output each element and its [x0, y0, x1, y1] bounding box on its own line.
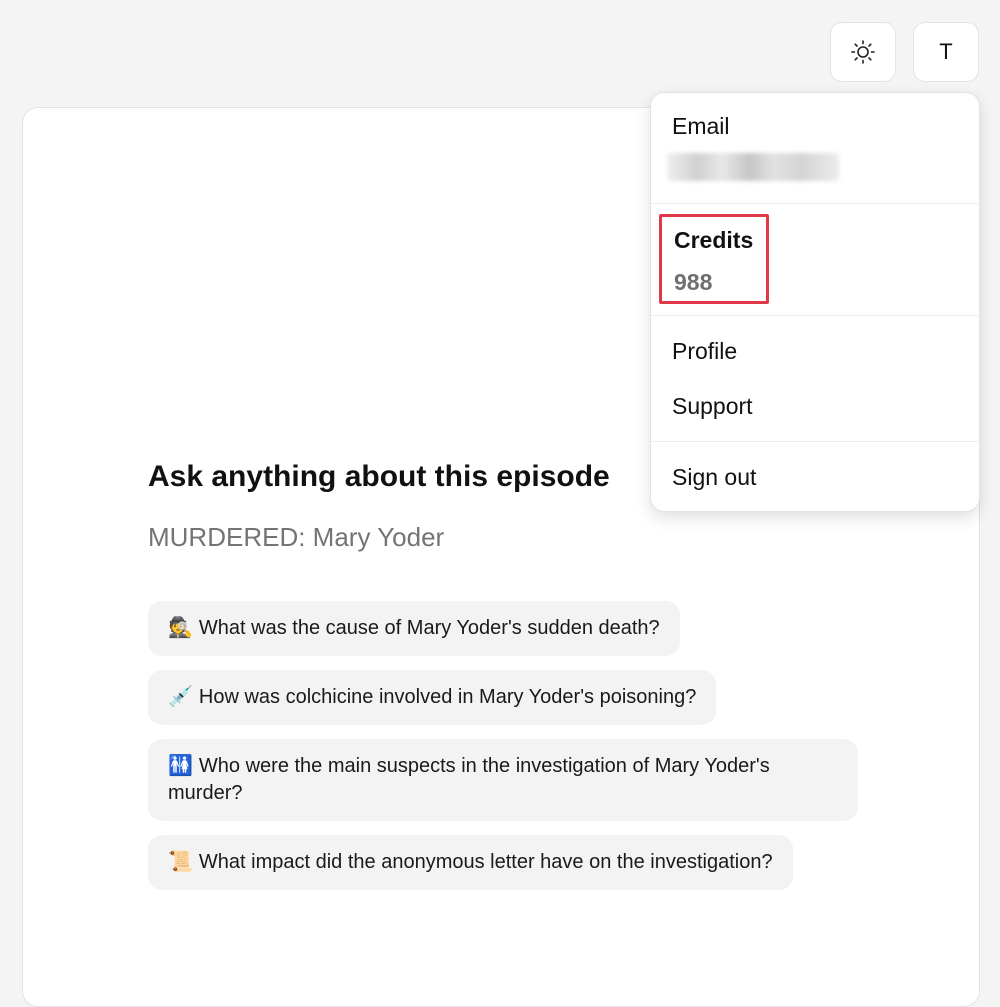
people-icon: 🚻 — [168, 755, 193, 777]
menu-item-profile[interactable]: Profile — [672, 338, 737, 365]
menu-divider — [651, 315, 979, 316]
credits-highlight: Credits 988 — [659, 214, 769, 304]
question-text: How was colchicine involved in Mary Yode… — [198, 686, 697, 708]
episode-subtitle: MURDERED: Mary Yoder — [148, 522, 445, 552]
menu-divider — [651, 441, 979, 442]
suggested-question[interactable]: 🚻 Who were the main suspects in the inves… — [148, 739, 858, 821]
menu-divider — [651, 203, 979, 204]
user-avatar-button[interactable]: T — [913, 22, 979, 82]
detective-icon: 🕵️ — [168, 617, 193, 639]
page-title: Ask anything about this episode — [148, 460, 610, 493]
question-text: Who were the main suspects in the invest… — [168, 755, 770, 804]
theme-toggle-button[interactable] — [830, 22, 896, 82]
suggested-questions: 🕵️ What was the cause of Mary Yoder's sud… — [148, 601, 858, 890]
suggested-question[interactable]: 🕵️ What was the cause of Mary Yoder's sud… — [148, 601, 680, 656]
credits-value: 988 — [674, 269, 713, 295]
menu-item-sign-out[interactable]: Sign out — [672, 464, 756, 491]
credits-label: Credits — [674, 227, 754, 253]
email-label: Email — [672, 113, 730, 139]
sun-icon — [851, 40, 875, 64]
suggested-question[interactable]: 📜 What impact did the anonymous letter ha… — [148, 835, 793, 890]
question-text: What impact did the anonymous letter hav… — [198, 851, 773, 873]
scroll-icon: 📜 — [168, 851, 193, 873]
suggested-question[interactable]: 💉 How was colchicine involved in Mary Yod… — [148, 670, 717, 725]
avatar-letter: T — [939, 39, 953, 64]
email-value-redacted — [667, 153, 839, 181]
menu-item-support[interactable]: Support — [672, 393, 753, 420]
question-text: What was the cause of Mary Yoder's sudde… — [198, 617, 660, 639]
syringe-icon: 💉 — [168, 686, 193, 708]
user-menu-dropdown: Email Credits 988 Profile Support Sign o… — [650, 92, 980, 512]
